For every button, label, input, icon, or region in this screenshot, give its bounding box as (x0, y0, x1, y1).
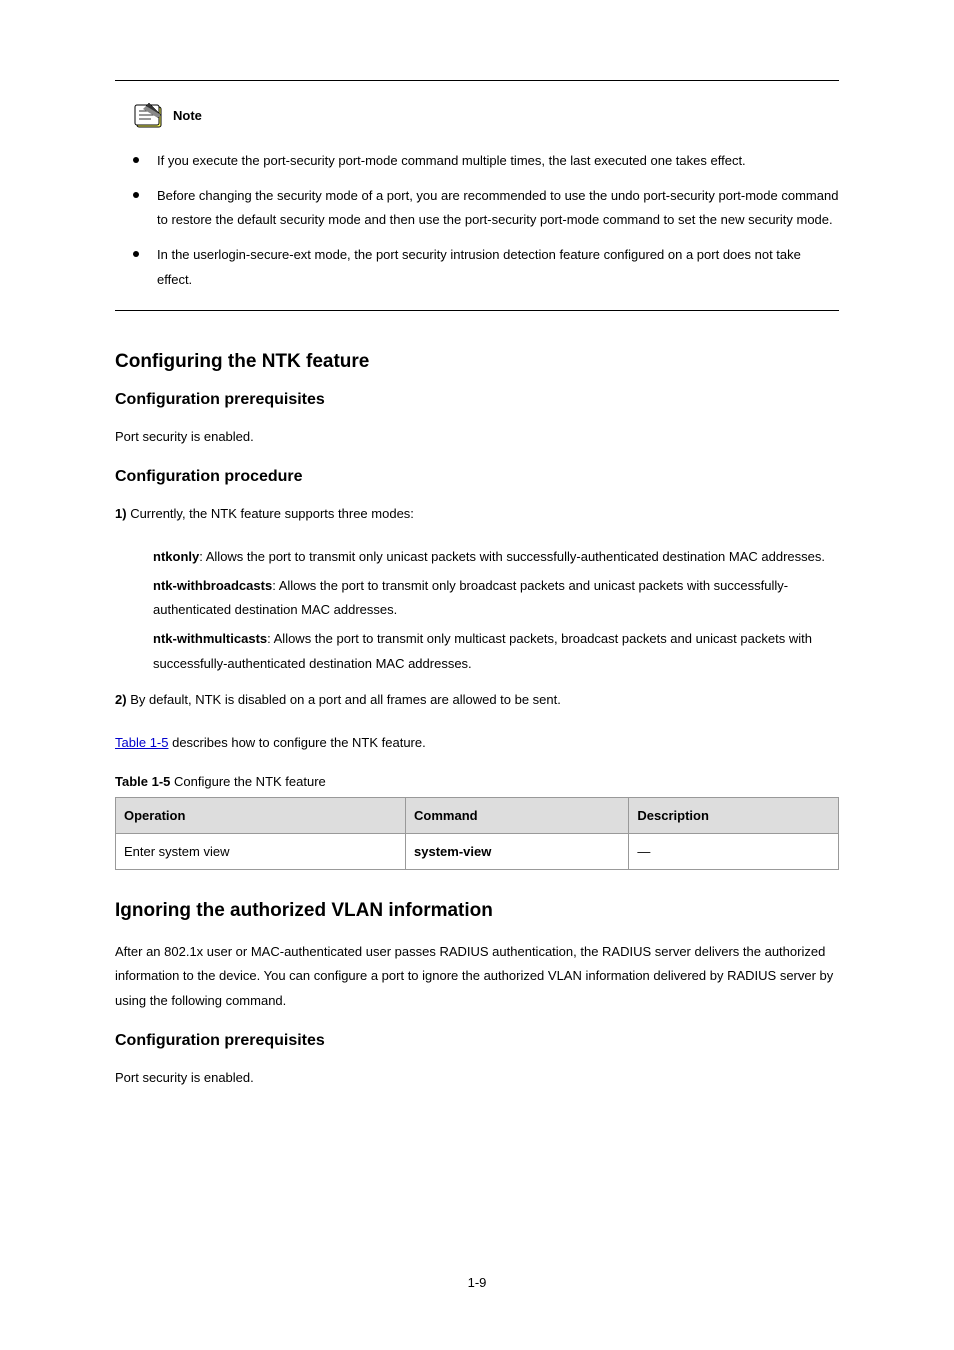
table-row: Enter system view system-view — (116, 833, 839, 869)
note-header: Note (131, 101, 839, 129)
subsection-heading-prerequisites: Configuration prerequisites (115, 391, 839, 409)
table-header-operation: Operation (116, 797, 406, 833)
paragraph-ignore: After an 802.1x user or MAC-authenticate… (115, 940, 839, 1014)
note-icon (131, 101, 167, 129)
list-item: ntk-withbroadcasts: Allows the port to t… (153, 574, 839, 623)
table-header-row: Operation Command Description (116, 797, 839, 833)
list-item: In the userlogin-secure-ext mode, the po… (131, 243, 839, 292)
mode-label: ntk-withbroadcasts (153, 578, 272, 593)
numbered-text: Currently, the NTK feature supports thre… (130, 506, 414, 521)
table-ref: Table 1-5 (115, 735, 168, 750)
table-caption-rest: Configure the NTK feature (174, 774, 326, 789)
table-caption: Table 1-5 Configure the NTK feature (115, 774, 839, 789)
table-cell-operation: Enter system view (116, 833, 406, 869)
table-cell-description: — (629, 833, 839, 869)
mode-label: ntk-withmulticasts (153, 631, 267, 646)
bullet-text: In the userlogin-secure-ext mode, the po… (157, 247, 801, 287)
numbered-label: 1) (115, 506, 127, 521)
list-item: ntkonly: Allows the port to transmit onl… (153, 545, 839, 570)
ntk-modes-list: ntkonly: Allows the port to transmit onl… (153, 545, 839, 676)
section-heading-ignore: Ignoring the authorized VLAN information (115, 900, 839, 922)
paragraph-numbered-1: 1) Currently, the NTK feature supports t… (115, 502, 839, 527)
note-label: Note (173, 108, 202, 123)
horizontal-rule-top (115, 80, 839, 81)
bullet-text: If you execute the port-security port-mo… (157, 153, 746, 168)
paragraph-numbered-2: 2) By default, NTK is disabled on a port… (115, 688, 839, 713)
note-bullet-list: If you execute the port-security port-mo… (131, 149, 839, 292)
config-table: Operation Command Description Enter syst… (115, 797, 839, 870)
bullet-text: Before changing the security mode of a p… (157, 188, 838, 228)
numbered-label: 2) (115, 692, 127, 707)
numbered-text: By default, NTK is disabled on a port an… (130, 692, 561, 707)
paragraph-table-intro: Table 1-5 describes how to configure the… (115, 731, 839, 756)
section-heading-ntk: Configuring the NTK feature (115, 351, 839, 373)
list-item: ntk-withmulticasts: Allows the port to t… (153, 627, 839, 676)
subsection-heading-prerequisites-2: Configuration prerequisites (115, 1032, 839, 1050)
command-text: system-view (414, 844, 491, 859)
table-intro-rest: describes how to configure the NTK featu… (168, 735, 425, 750)
table-cell-command: system-view (406, 833, 629, 869)
subsection-heading-procedure: Configuration procedure (115, 468, 839, 486)
horizontal-rule-bottom (115, 310, 839, 311)
table-caption-prefix: Table 1-5 (115, 774, 174, 789)
table-header-command: Command (406, 797, 629, 833)
mode-label: ntkonly (153, 549, 199, 564)
list-item: If you execute the port-security port-mo… (131, 149, 839, 174)
table-header-description: Description (629, 797, 839, 833)
paragraph-prerequisites: Port security is enabled. (115, 425, 839, 450)
mode-desc: : Allows the port to transmit only unica… (199, 549, 825, 564)
paragraph-prerequisites-2: Port security is enabled. (115, 1066, 839, 1091)
list-item: Before changing the security mode of a p… (131, 184, 839, 233)
page-number: 1-9 (0, 1275, 954, 1290)
